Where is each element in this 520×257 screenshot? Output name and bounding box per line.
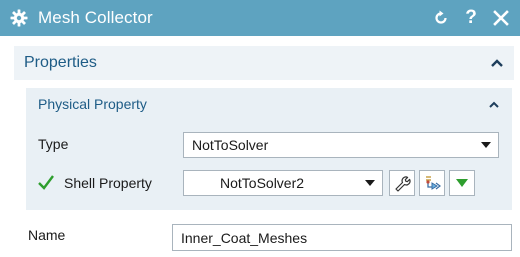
chevron-down-icon — [365, 180, 375, 186]
type-select[interactable]: NotToSolver — [183, 132, 499, 158]
expand-down-icon — [455, 178, 469, 188]
checkmark-icon — [37, 173, 55, 191]
shell-property-label: Shell Property — [64, 175, 152, 191]
close-icon[interactable] — [490, 7, 512, 29]
chevron-down-icon — [481, 142, 491, 148]
expand-options-button[interactable] — [449, 170, 475, 196]
title-actions: ? — [430, 0, 512, 36]
name-label: Name — [28, 227, 66, 243]
name-input[interactable] — [172, 224, 512, 251]
physical-property-title: Physical Property — [38, 96, 147, 112]
properties-title: Properties — [24, 54, 97, 71]
inherit-property-button[interactable] — [419, 170, 445, 196]
chevron-up-icon[interactable] — [488, 98, 500, 110]
window-title: Mesh Collector — [38, 8, 153, 27]
physical-property-panel: Physical Property Type NotToSolver Shell… — [26, 88, 512, 210]
reset-icon[interactable] — [430, 7, 452, 29]
help-button[interactable]: ? — [460, 7, 482, 29]
properties-group-header[interactable]: Properties — [14, 46, 514, 80]
chevron-up-icon[interactable] — [490, 56, 504, 70]
mesh-collector-dialog: Mesh Collector ? Properties Physical Pro… — [0, 0, 520, 257]
physical-property-header[interactable]: Physical Property — [26, 88, 512, 120]
type-select-value: NotToSolver — [192, 137, 269, 153]
gear-icon — [10, 9, 28, 27]
wrench-icon — [393, 174, 411, 192]
type-label: Type — [38, 136, 69, 152]
shell-property-value: NotToSolver2 — [220, 175, 305, 191]
edit-property-button[interactable] — [389, 170, 415, 196]
title-bar[interactable]: Mesh Collector ? — [0, 0, 520, 36]
shell-property-select[interactable]: NotToSolver2 — [183, 170, 383, 196]
inherit-property-icon — [422, 174, 442, 192]
